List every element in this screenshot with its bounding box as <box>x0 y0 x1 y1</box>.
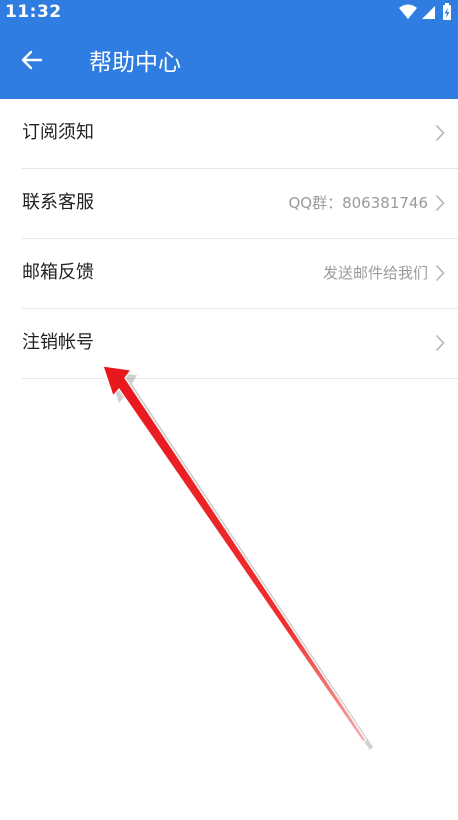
page-title: 帮助中心 <box>89 50 181 76</box>
menu-item-delete-account[interactable]: 注销帐号 <box>22 309 458 379</box>
help-menu-list: 订阅须知 联系客服 QQ群：806381746 邮箱反馈 发送邮件给我们 注销帐… <box>0 99 458 379</box>
signal-icon <box>422 6 435 19</box>
chevron-right-icon <box>435 194 445 212</box>
status-time: 11:32 <box>5 2 62 22</box>
wifi-icon <box>399 4 417 19</box>
status-icons <box>399 3 451 20</box>
menu-item-subscription-notice[interactable]: 订阅须知 <box>22 99 458 169</box>
chevron-right-icon <box>435 264 445 282</box>
menu-item-label: 注销帐号 <box>22 332 94 353</box>
menu-item-contact-support[interactable]: 联系客服 QQ群：806381746 <box>22 169 458 239</box>
status-bar: 11:32 <box>0 0 458 26</box>
back-button[interactable] <box>14 42 50 78</box>
arrow-left-icon <box>21 50 43 70</box>
battery-charging-icon <box>443 3 451 20</box>
menu-item-label: 订阅须知 <box>22 122 94 143</box>
chevron-right-icon <box>435 334 445 352</box>
menu-item-label: 联系客服 <box>22 192 94 213</box>
menu-item-email-feedback[interactable]: 邮箱反馈 发送邮件给我们 <box>22 239 458 309</box>
menu-item-value: 发送邮件给我们 <box>322 264 428 282</box>
app-bar: 11:32 帮助中心 <box>0 0 458 99</box>
chevron-right-icon <box>435 124 445 142</box>
toolbar: 帮助中心 <box>0 26 458 99</box>
menu-item-value: QQ群：806381746 <box>288 194 428 212</box>
menu-item-label: 邮箱反馈 <box>22 262 94 283</box>
